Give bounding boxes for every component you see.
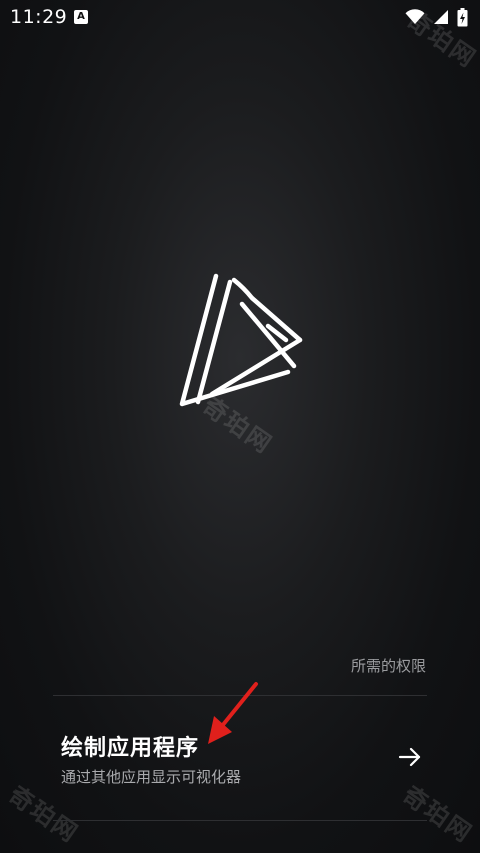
required-permissions-title: 所需的权限 — [350, 657, 426, 675]
permission-description: 通过其他应用显示可视化器 — [61, 768, 242, 786]
a-icon: A — [74, 10, 88, 24]
arrow-right-icon[interactable] — [397, 746, 423, 768]
play-triangle-logo-icon — [179, 273, 303, 407]
divider-bottom — [53, 820, 427, 821]
visualizer-setup-screen: 11:29 A 奇珀网 奇珀网 奇珀网 奇珀网 所需的权限 绘制应用程序 通过其… — [0, 0, 480, 853]
red-arrow-annotation — [208, 682, 258, 744]
permission-name: 绘制应用程序 — [61, 736, 200, 761]
battery-charging-icon — [457, 7, 468, 26]
status-time: 11:29 — [10, 6, 68, 28]
